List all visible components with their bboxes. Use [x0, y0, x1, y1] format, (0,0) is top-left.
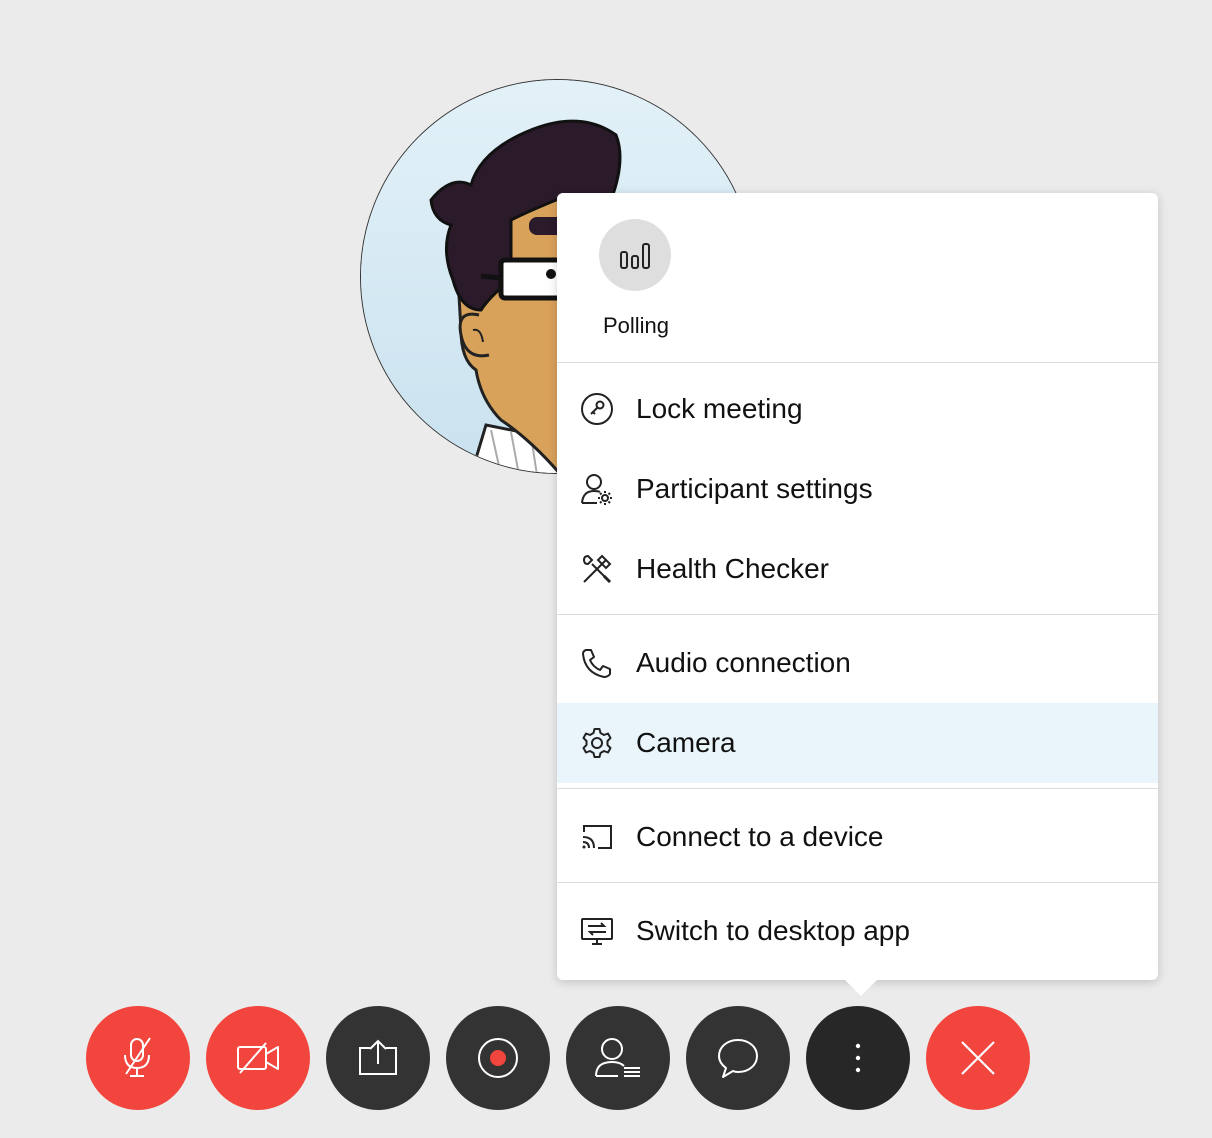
record-button[interactable] [446, 1006, 550, 1110]
share-icon [359, 1039, 397, 1075]
polling-label: Polling [602, 313, 670, 338]
video-off-icon [237, 1042, 279, 1074]
menu-item-switch-desktop[interactable]: Switch to desktop app [557, 891, 1158, 971]
stop-video-button[interactable] [206, 1006, 310, 1110]
menu-item-label: Switch to desktop app [636, 915, 910, 946]
phone-icon [579, 645, 615, 681]
menu-item-audio-connection[interactable]: Audio connection [557, 623, 1158, 703]
menu-item-health-checker[interactable]: Health Checker [557, 529, 1158, 609]
meeting-stage: Polling Lock meeting Participant setting… [0, 0, 1212, 1138]
more-vertical-icon [855, 1043, 861, 1073]
record-icon [478, 1038, 518, 1078]
participants-button[interactable] [566, 1006, 670, 1110]
menu-item-label: Participant settings [636, 473, 873, 504]
more-options-menu: Polling Lock meeting Participant setting… [557, 193, 1158, 996]
menu-item-label: Camera [636, 727, 736, 758]
mic-off-icon [124, 1037, 151, 1077]
participants-icon [595, 1038, 640, 1077]
leave-meeting-button[interactable] [926, 1006, 1030, 1110]
chat-icon [718, 1039, 758, 1078]
close-icon [961, 1041, 995, 1075]
menu-divider [557, 614, 1158, 615]
menu-item-camera[interactable]: Camera [557, 703, 1158, 783]
cast-icon [579, 819, 615, 855]
menu-item-label: Audio connection [636, 647, 851, 678]
menu-item-label: Health Checker [636, 553, 829, 584]
tools-icon [579, 551, 615, 587]
bar-chart-icon [620, 243, 650, 269]
menu-divider [557, 882, 1158, 883]
gear-icon [579, 725, 615, 761]
polling-button[interactable]: Polling [557, 193, 717, 361]
chat-button[interactable] [686, 1006, 790, 1110]
desktop-switch-icon [579, 913, 615, 949]
menu-divider [557, 362, 1158, 363]
key-icon [579, 391, 615, 427]
menu-item-label: Connect to a device [636, 821, 884, 852]
menu-item-label: Lock meeting [636, 393, 803, 424]
menu-item-participant-settings[interactable]: Participant settings [557, 449, 1158, 529]
mute-microphone-button[interactable] [86, 1006, 190, 1110]
menu-item-lock-meeting[interactable]: Lock meeting [557, 369, 1158, 449]
user-settings-icon [579, 471, 615, 507]
polling-icon-circle [599, 219, 671, 291]
more-options-button[interactable] [806, 1006, 910, 1110]
menu-item-connect-device[interactable]: Connect to a device [557, 797, 1158, 877]
share-content-button[interactable] [326, 1006, 430, 1110]
menu-divider [557, 788, 1158, 789]
